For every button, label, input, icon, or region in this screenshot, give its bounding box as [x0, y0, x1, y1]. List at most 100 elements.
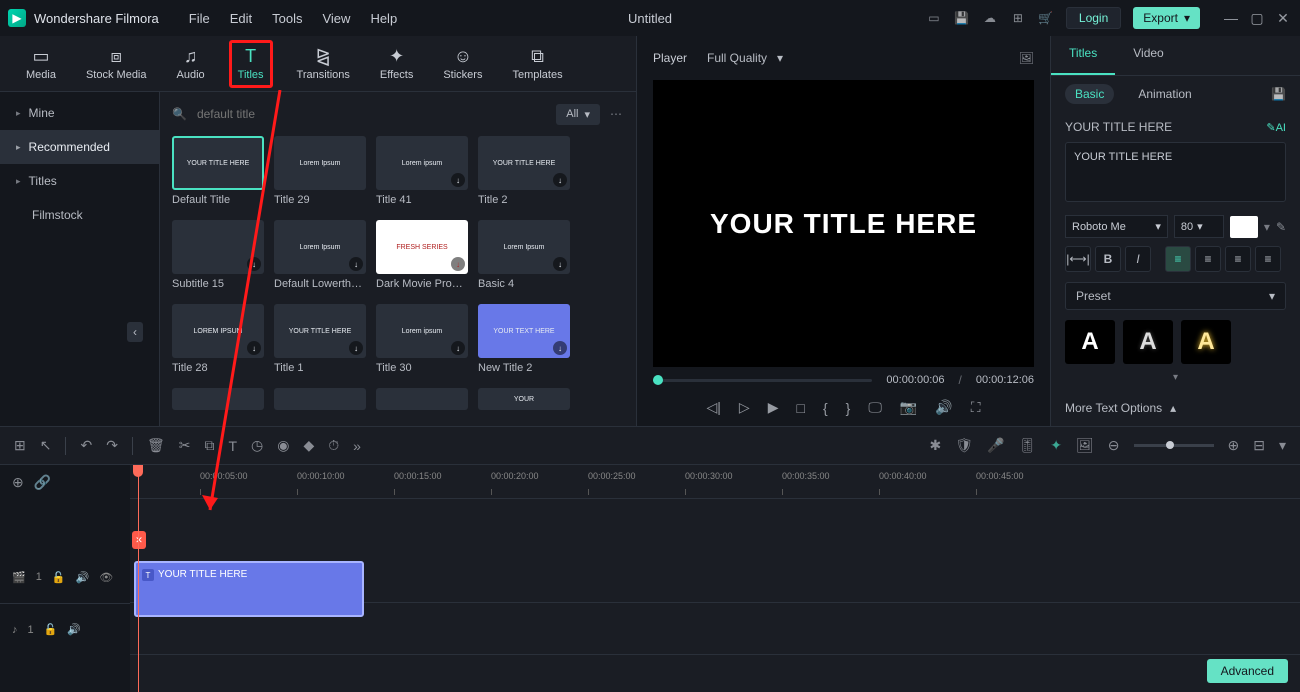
download-icon[interactable]: ↓: [451, 341, 465, 355]
audio-track-header[interactable]: ♪ 1 🔓 🔊: [0, 603, 130, 655]
download-icon[interactable]: ↓: [553, 257, 567, 271]
export-button[interactable]: Export▾: [1133, 7, 1200, 29]
download-icon[interactable]: ↓: [553, 341, 567, 355]
tool-tab-effects[interactable]: ✦Effects: [374, 43, 419, 85]
add-track-button[interactable]: ⊕: [12, 474, 24, 491]
save-preset-icon[interactable]: 💾: [1271, 87, 1286, 101]
mic-icon[interactable]: 🎤: [987, 437, 1004, 454]
lock-icon[interactable]: 🔓: [52, 571, 66, 584]
title-thumbnail[interactable]: YOUR: [478, 388, 570, 410]
camera-icon[interactable]: 📷: [900, 399, 917, 416]
rp-subtab-animation[interactable]: Animation: [1128, 84, 1201, 104]
title-thumbnail[interactable]: Lorem ipsum↓Title 30: [376, 304, 468, 384]
zoom-slider[interactable]: [1134, 444, 1214, 447]
device-icon[interactable]: ▭: [926, 10, 942, 26]
color-picker[interactable]: [1230, 216, 1258, 238]
sidebar-collapse-button[interactable]: ‹: [0, 312, 159, 352]
delete-button[interactable]: 🗑: [147, 437, 165, 454]
quality-dropdown[interactable]: Full Quality▾: [707, 51, 783, 65]
presets-expand[interactable]: ▾: [1065, 372, 1286, 383]
title-thumbnail[interactable]: Lorem ipsum↓Title 41: [376, 136, 468, 216]
font-dropdown[interactable]: Roboto Me▾: [1065, 215, 1168, 238]
playhead[interactable]: [138, 465, 139, 692]
redo-button[interactable]: ↷: [106, 437, 118, 454]
title-thumbnail[interactable]: Lorem Ipsum↓Basic 4: [478, 220, 570, 300]
sidebar-item-mine[interactable]: ▸Mine: [0, 96, 159, 130]
menu-edit[interactable]: Edit: [230, 11, 252, 26]
lock-icon[interactable]: 🔓: [44, 623, 58, 636]
adjust-icon[interactable]: ✱: [930, 437, 942, 454]
fullscreen-icon[interactable]: ⛶: [971, 399, 981, 416]
download-icon[interactable]: ↓: [349, 257, 363, 271]
markers-icon[interactable]: ✦: [1050, 437, 1062, 454]
title-thumbnail[interactable]: ↓Subtitle 15: [172, 220, 264, 300]
preset-thumb-1[interactable]: A: [1065, 320, 1115, 364]
spacing-button[interactable]: |⟷|: [1065, 246, 1091, 272]
tool-tab-audio[interactable]: ♫Audio: [171, 43, 211, 85]
tool-tab-media[interactable]: ▭Media: [20, 43, 62, 85]
color-button[interactable]: ◉: [277, 437, 289, 454]
mark-in-button[interactable]: {: [823, 400, 828, 416]
title-thumbnail[interactable]: FRESH SERIES↓Dark Movie Pro…: [376, 220, 468, 300]
align-justify-button[interactable]: ≡: [1255, 246, 1281, 272]
rp-tab-titles[interactable]: Titles: [1051, 36, 1115, 75]
more-tools-button[interactable]: »: [353, 438, 361, 454]
rp-tab-video[interactable]: Video: [1115, 36, 1181, 75]
align-right-button[interactable]: ≡: [1225, 246, 1251, 272]
options-icon[interactable]: ▾: [1279, 437, 1286, 454]
minimize-button[interactable]: —: [1222, 9, 1240, 27]
visibility-icon[interactable]: 👁: [99, 571, 113, 584]
title-thumbnail[interactable]: YOUR TEXT HERE↓New Title 2: [478, 304, 570, 384]
timeline-ruler[interactable]: 00:00:05:0000:00:10:0000:00:15:0000:00:2…: [130, 465, 1300, 499]
download-icon[interactable]: ↓: [451, 257, 465, 271]
volume-icon[interactable]: 🔊: [935, 399, 952, 416]
mark-out-button[interactable]: }: [846, 400, 851, 416]
menu-help[interactable]: Help: [370, 11, 397, 26]
download-icon[interactable]: ↓: [553, 173, 567, 187]
title-thumbnail[interactable]: YOUR TITLE HEREDefault Title: [172, 136, 264, 216]
zoom-in-button[interactable]: ⊕: [1228, 437, 1240, 454]
video-track-header[interactable]: 🎬 1 🔓 🔊 👁: [0, 551, 130, 603]
title-clip[interactable]: T YOUR TITLE HERE: [134, 561, 364, 617]
menu-tools[interactable]: Tools: [272, 11, 302, 26]
save-icon[interactable]: 💾: [954, 10, 970, 26]
italic-button[interactable]: I: [1125, 246, 1151, 272]
time-slider[interactable]: [653, 379, 872, 382]
download-icon[interactable]: ↓: [247, 257, 261, 271]
stop-button[interactable]: □: [796, 400, 804, 416]
apps-icon[interactable]: ⊞: [1010, 10, 1026, 26]
view-icon[interactable]: ⊟: [1253, 437, 1265, 454]
pointer-icon[interactable]: ↖: [40, 437, 52, 454]
more-options-button[interactable]: ⋯: [610, 107, 624, 121]
mute-icon[interactable]: 🔊: [67, 623, 81, 636]
bold-button[interactable]: B: [1095, 246, 1121, 272]
preset-dropdown[interactable]: Preset▾: [1065, 282, 1286, 310]
cut-button[interactable]: ✂: [179, 437, 191, 454]
filter-dropdown[interactable]: All▾: [556, 104, 600, 125]
text-button[interactable]: T: [228, 438, 237, 454]
login-button[interactable]: Login: [1066, 7, 1121, 29]
preset-thumb-2[interactable]: A: [1123, 320, 1173, 364]
font-size-dropdown[interactable]: 80▾: [1174, 215, 1224, 238]
align-left-button[interactable]: ≡: [1165, 246, 1191, 272]
mute-icon[interactable]: 🔊: [76, 571, 90, 584]
menu-file[interactable]: File: [189, 11, 210, 26]
snapshot-icon[interactable]: 🖼: [1019, 51, 1034, 65]
edit-ai-icon[interactable]: ✎AI: [1266, 121, 1286, 134]
tool-tab-templates[interactable]: ⧉Templates: [506, 43, 568, 85]
align-center-button[interactable]: ≡: [1195, 246, 1221, 272]
title-thumbnail[interactable]: YOUR TITLE HERE↓Title 1: [274, 304, 366, 384]
undo-button[interactable]: ↶: [80, 437, 92, 454]
cloud-icon[interactable]: ☁: [982, 10, 998, 26]
picture-icon[interactable]: 🖼: [1076, 437, 1094, 454]
more-text-options[interactable]: More Text Options▴: [1051, 391, 1300, 425]
tool-tab-stickers[interactable]: ☺Stickers: [437, 43, 488, 85]
sidebar-item-filmstock[interactable]: Filmstock: [0, 198, 159, 232]
mixer-icon[interactable]: 🎚: [1018, 437, 1036, 454]
preview-canvas[interactable]: YOUR TITLE HERE: [653, 80, 1034, 367]
title-thumbnail[interactable]: Lorem IpsumTitle 29: [274, 136, 366, 216]
download-icon[interactable]: ↓: [451, 173, 465, 187]
eyedropper-icon[interactable]: ✎: [1276, 220, 1286, 234]
link-button[interactable]: 🔗: [34, 474, 51, 491]
play-button[interactable]: ▶: [768, 399, 779, 416]
